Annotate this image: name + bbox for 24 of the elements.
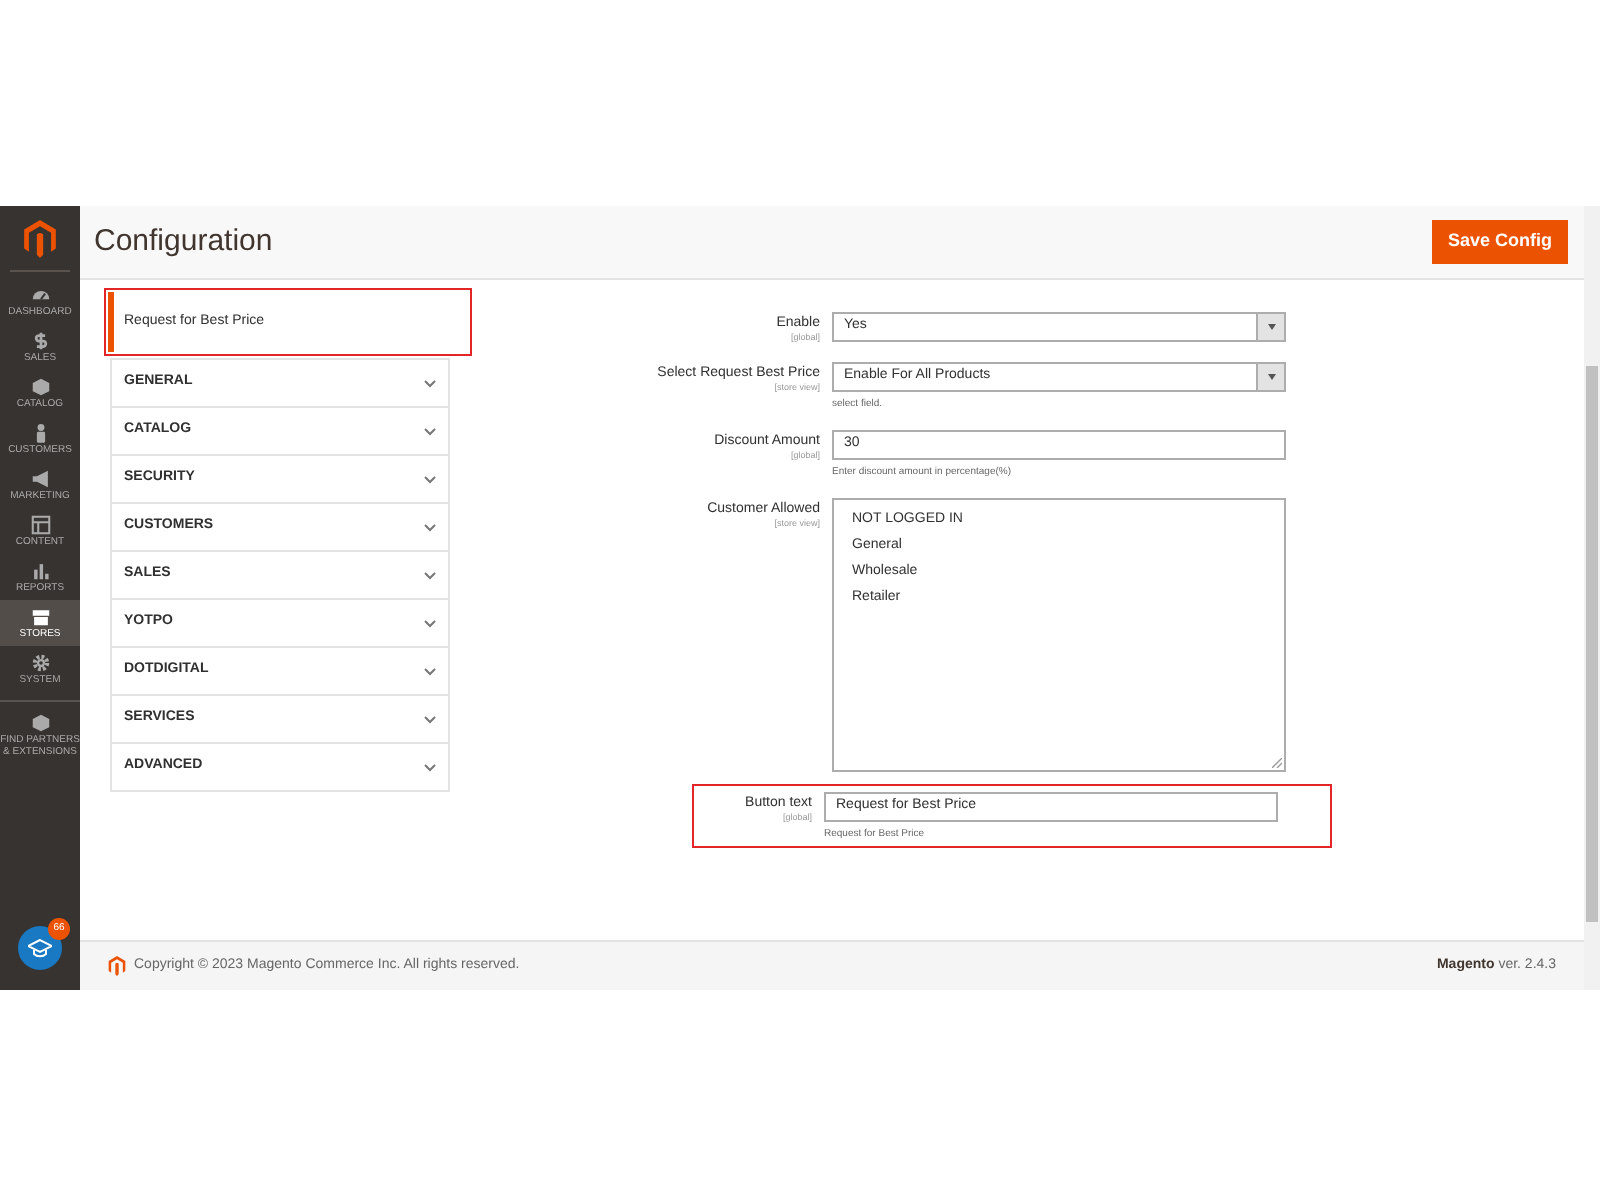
page-title: Configuration bbox=[94, 221, 273, 262]
chevron-down-icon bbox=[424, 763, 436, 771]
chevron-down-icon bbox=[424, 715, 436, 723]
magento-logo-icon[interactable] bbox=[24, 220, 56, 258]
chevron-down-icon bbox=[424, 667, 436, 675]
layout-icon bbox=[29, 514, 51, 536]
chevron-down-icon bbox=[424, 427, 436, 435]
cube-icon bbox=[29, 376, 51, 398]
chevron-down-icon bbox=[424, 619, 436, 627]
chevron-down-icon bbox=[424, 571, 436, 579]
magento-logo-icon bbox=[108, 956, 126, 976]
notification-button[interactable] bbox=[18, 926, 62, 970]
megaphone-icon bbox=[29, 468, 51, 490]
resize-handle-icon bbox=[1272, 758, 1282, 768]
save-config-button[interactable]: Save Config bbox=[1431, 220, 1568, 264]
dollar-icon bbox=[29, 330, 51, 352]
graduation-cap-icon bbox=[28, 938, 52, 958]
bar-chart-icon bbox=[29, 560, 51, 582]
chevron-down-icon bbox=[424, 379, 436, 387]
settings-icon bbox=[29, 652, 51, 674]
box-icon bbox=[29, 712, 51, 734]
store-icon bbox=[29, 606, 51, 628]
chevron-down-icon bbox=[424, 523, 436, 531]
chevron-down-icon bbox=[424, 475, 436, 483]
